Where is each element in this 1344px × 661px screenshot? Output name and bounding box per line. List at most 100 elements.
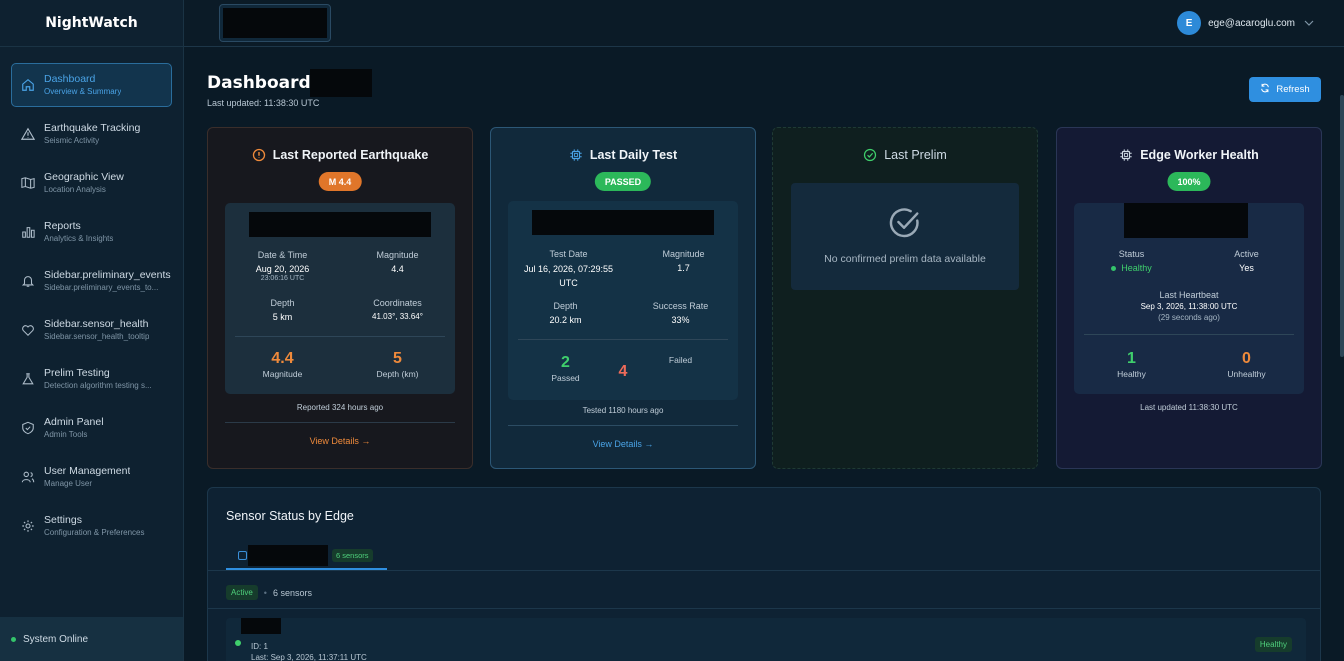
heartbeat-value: Sep 3, 2026, 11:38:00 UTC <box>1140 302 1238 311</box>
sensor-row[interactable]: ID: 1 Last: Sep 3, 2026, 11:37:11 UTC He… <box>226 618 1306 661</box>
view-details-link[interactable]: View Details → <box>491 439 755 449</box>
topbar: E ege@acaroglu.com <box>184 0 1344 47</box>
sidebar-item-admin-panel[interactable]: Admin Panel Admin Tools <box>11 406 172 450</box>
avatar: E <box>1177 11 1202 35</box>
redacted-block <box>248 544 328 566</box>
bar-chart-icon <box>21 225 35 239</box>
sidebar-item-sensor-health[interactable]: Sidebar.sensor_health Sidebar.sensor_heal… <box>11 308 172 352</box>
sidebar-item-sublabel: Overview & Summary <box>44 87 122 96</box>
redacted-block <box>249 212 431 237</box>
warning-triangle-icon <box>21 127 35 141</box>
sidebar-item-sublabel: Configuration & Preferences <box>44 528 145 537</box>
coordinates-label: Coordinates <box>373 298 422 308</box>
sensor-status-badge: Healthy <box>1254 637 1292 652</box>
magnitude-label: Magnitude <box>662 249 705 259</box>
status-value: Healthy <box>1121 263 1152 273</box>
empty-state: No confirmed prelim data available <box>791 183 1019 290</box>
active-value: Yes <box>1239 263 1254 273</box>
date-value: Aug 20, 2026 <box>255 264 310 274</box>
sidebar-item-label: Sidebar.sensor_health <box>44 318 149 330</box>
sidebar-item-dashboard[interactable]: Dashboard Overview & Summary <box>11 63 172 107</box>
depth-value: 5 km <box>272 312 293 322</box>
sidebar-item-sublabel: Manage User <box>44 479 93 488</box>
cpu-chip-icon <box>569 148 583 162</box>
main-content: Dashboard - Last updated: 11:38:30 UTC R… <box>184 47 1344 661</box>
sidebar-item-reports[interactable]: Reports Analytics & Insights <box>11 210 172 254</box>
refresh-icon <box>1260 83 1270 96</box>
big-depth: 5 <box>393 350 402 367</box>
heartbeat-label: Last Heartbeat <box>1159 290 1219 300</box>
sidebar-item-label: Settings <box>44 514 82 526</box>
home-icon <box>21 78 35 92</box>
user-menu[interactable]: E ege@acaroglu.com <box>1177 11 1314 35</box>
status-dot-icon <box>11 636 16 642</box>
unhealthy-label: Unhealthy <box>1227 369 1266 379</box>
sidebar-item-sublabel: Location Analysis <box>44 185 106 194</box>
cpu-chip-icon <box>1119 148 1133 162</box>
sidebar-item-earthquake-tracking[interactable]: Earthquake Tracking Seismic Activity <box>11 112 172 156</box>
sidebar-item-label: Geographic View <box>44 171 124 183</box>
empty-message: No confirmed prelim data available <box>824 253 986 265</box>
page-title: Dashboard - <box>207 73 324 93</box>
last-earthquake-card: Last Reported Earthquake M 4.4 Date & Ti… <box>207 127 473 469</box>
big-magnitude: 4.4 <box>271 350 294 367</box>
success-rate-label: Success Rate <box>652 301 709 311</box>
heartbeat-ago: (29 seconds ago) <box>1158 313 1220 322</box>
tab-edge[interactable]: 6 sensors <box>226 542 387 570</box>
card-title: Last Prelim <box>884 148 947 162</box>
depth-label: Depth <box>270 298 295 308</box>
card-title: Last Daily Test <box>589 148 678 162</box>
test-date-label: Test Date <box>549 249 588 259</box>
healthy-count: 1 <box>1127 350 1136 367</box>
sidebar-item-sublabel: Admin Tools <box>44 430 88 439</box>
redacted-block <box>223 8 327 38</box>
success-rate-value: 33% <box>671 315 690 325</box>
section-title: Sensor Status by Edge <box>226 509 354 523</box>
sidebar-nav: Dashboard Overview & Summary Earthquake T… <box>0 47 183 548</box>
redacted-block <box>241 618 281 634</box>
sensor-count-badge: 6 sensors <box>332 548 373 562</box>
environment-selector[interactable] <box>219 4 331 42</box>
cpu-chip-icon <box>238 550 247 560</box>
sidebar-item-sublabel: Analytics & Insights <box>44 234 114 243</box>
sidebar-item-label: Earthquake Tracking <box>44 122 141 134</box>
heart-icon <box>21 323 35 337</box>
check-circle-icon <box>888 206 922 240</box>
flask-icon <box>21 372 35 386</box>
redacted-block <box>1124 203 1248 238</box>
depth-label: Depth <box>553 301 578 311</box>
sidebar-item-settings[interactable]: Settings Configuration & Preferences <box>11 504 172 548</box>
view-details-link[interactable]: View Details → <box>208 436 472 446</box>
active-sensor-count: 6 sensors <box>272 587 312 598</box>
sidebar-item-prelim-testing[interactable]: Prelim Testing Detection algorithm testin… <box>11 357 172 401</box>
sidebar-item-preliminary-events[interactable]: Sidebar.preliminary_events Sidebar.prelim… <box>11 259 172 303</box>
edge-worker-details: Status Healthy Active Yes Last Heartbeat S… <box>1074 203 1304 394</box>
sensor-id: ID: 1 <box>251 642 268 651</box>
date-label: Date & Time <box>257 250 308 260</box>
bell-icon <box>21 274 35 288</box>
magnitude-value: 4.4 <box>391 264 404 274</box>
sidebar-item-label: Prelim Testing <box>44 367 110 379</box>
test-date-value: Jul 16, 2026, 07:29:55 UTC <box>523 264 614 288</box>
sidebar-item-sublabel: Detection algorithm testing s... <box>44 381 152 390</box>
health-badge: 100% <box>1167 172 1211 191</box>
big-depth-label: Depth (km) <box>376 369 419 379</box>
shield-icon <box>21 421 35 435</box>
unhealthy-count: 0 <box>1242 350 1251 367</box>
sidebar-item-label: User Management <box>44 465 131 477</box>
status-dot-icon <box>1111 266 1117 272</box>
earthquake-details: Date & Time Aug 20, 2026 23:06:16 UTC Magn… <box>225 203 455 394</box>
redacted-block <box>532 210 714 235</box>
depth-value: 20.2 km <box>549 315 582 325</box>
sidebar-item-sublabel: Sidebar.sensor_health_tooltip <box>44 332 150 341</box>
sidebar-item-geographic-view[interactable]: Geographic View Location Analysis <box>11 161 172 205</box>
sidebar-item-sublabel: Seismic Activity <box>44 136 100 145</box>
last-daily-test-card: Last Daily Test PASSED Test Date Jul 16, … <box>490 127 756 469</box>
sidebar-item-user-management[interactable]: User Management Manage User <box>11 455 172 499</box>
last-prelim-card: Last Prelim No confirmed prelim data ava… <box>772 127 1038 469</box>
scrollbar[interactable] <box>1340 95 1344 357</box>
separator-dot: • <box>263 587 267 598</box>
refresh-button[interactable]: Refresh <box>1249 77 1321 102</box>
gear-icon <box>21 519 35 533</box>
magnitude-label: Magnitude <box>376 250 419 260</box>
